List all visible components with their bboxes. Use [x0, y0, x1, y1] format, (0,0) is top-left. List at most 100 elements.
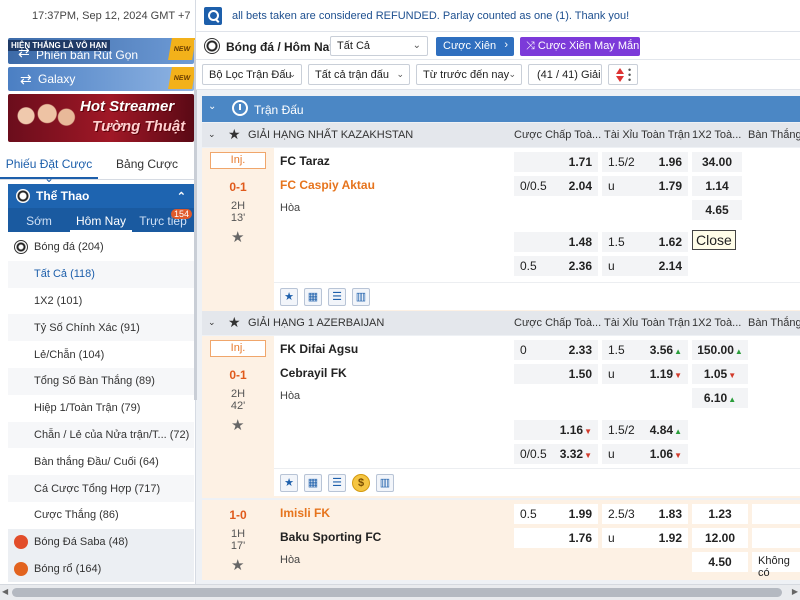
handicap-away-odds[interactable]: 0/0.5 2.04: [514, 176, 598, 196]
market-menu-item[interactable]: Chẵn / Lẻ của Nửa trận/T... (72): [8, 421, 194, 449]
tab-today[interactable]: Hôm Nay: [70, 208, 132, 232]
clock: 17:37PM, Sep 12, 2024 GMT +7: [0, 0, 195, 32]
bar-chart-icon[interactable]: ▥: [352, 288, 370, 306]
horizontal-scrollbar[interactable]: ◀ ▶: [0, 584, 800, 600]
market-menu-item[interactable]: Cược Thắng (86): [8, 502, 194, 529]
market-menu-item[interactable]: Tỷ Số Chính Xác (91): [8, 314, 194, 342]
market-menu-item[interactable]: Hiệp 1/Toàn Trận (79): [8, 395, 194, 422]
draw-label: Hòa: [280, 202, 301, 214]
time-range-dropdown[interactable]: Từ trước đến nay ⌄: [416, 64, 522, 85]
handicap-home-odds[interactable]: 0 2.33: [514, 340, 598, 360]
sport-menu-item[interactable]: Bóng Đá Saba (48): [8, 528, 194, 556]
live-count-badge: 154: [170, 209, 192, 219]
coin-icon[interactable]: $: [352, 474, 370, 492]
field-stats-icon[interactable]: ▦: [304, 474, 322, 492]
scroll-left-icon[interactable]: ◀: [2, 587, 8, 596]
under-odds[interactable]: u 1.19▼: [602, 364, 688, 384]
col-goals: Bàn Thắng...: [748, 129, 800, 141]
top-bar: all bets taken are considered REFUNDED. …: [196, 0, 800, 32]
alt-over-odds[interactable]: 1.5/2 4.84▲: [602, 420, 688, 440]
list-icon[interactable]: ☰: [328, 288, 346, 306]
chevron-down-icon: ⌄: [208, 101, 217, 112]
col-1x2: 1X2 Toà...: [692, 129, 742, 141]
market-menu-item[interactable]: 1X2 (101): [8, 288, 194, 315]
1x2-home-odds[interactable]: 34.00: [692, 152, 742, 172]
favorite-star-icon[interactable]: ★: [231, 228, 244, 246]
alt-under-odds[interactable]: u 1.06▼: [602, 444, 688, 464]
field-stats-icon[interactable]: ▦: [304, 288, 322, 306]
injury-time-tag: Inj.: [210, 340, 266, 357]
handicap-home-odds[interactable]: 1.71: [514, 152, 598, 172]
alt-handicap-home-odds[interactable]: 1.16▼: [514, 420, 598, 440]
section-header[interactable]: ⌄ Trận Đấu: [202, 96, 800, 122]
1x2-home-odds[interactable]: 150.00▲: [692, 340, 748, 360]
1x2-draw-odds[interactable]: 4.65: [692, 200, 742, 220]
sort-button[interactable]: • • •: [608, 64, 638, 85]
scroll-thumb[interactable]: [12, 588, 782, 597]
favorite-star-icon[interactable]: ★: [280, 288, 298, 306]
over-odds[interactable]: 2.5/3 1.83: [602, 504, 688, 524]
goals-odds[interactable]: [752, 528, 800, 548]
chevron-up-icon[interactable]: ⌃: [177, 190, 186, 203]
sport-menu-item[interactable]: Bóng đá (204): [8, 234, 194, 261]
goals-odds[interactable]: [752, 504, 800, 524]
odds-up-icon: ▲: [734, 347, 743, 356]
1x2-draw-odds[interactable]: 4.50: [692, 552, 748, 572]
market-menu-item[interactable]: Lẻ/Chẵn (104): [8, 341, 194, 368]
1x2-away-odds[interactable]: 1.05▼: [692, 364, 748, 384]
match-filter-dropdown[interactable]: Bộ Lọc Trận Đấu ⌄: [202, 64, 302, 85]
bar-chart-icon[interactable]: ▥: [376, 474, 394, 492]
sidebar-scrollbar[interactable]: [194, 40, 197, 400]
close-tooltip[interactable]: Close: [692, 230, 736, 250]
favorite-star-icon[interactable]: ★: [231, 556, 244, 574]
no-goal-odds[interactable]: Không có: [752, 552, 800, 579]
menu-item-label: Bóng Đá Saba (48): [34, 536, 129, 549]
1x2-draw-odds[interactable]: 6.10▲: [692, 388, 748, 408]
1x2-away-odds[interactable]: 12.00: [692, 528, 748, 548]
league-header[interactable]: ⌄ ★ GIẢI HẠNG 1 AZERBAIJAN Cược Chấp Toà…: [202, 311, 800, 335]
quick-version-banner[interactable]: HIỆN THẮNG LÀ VÔ HẠN ⇄ Phiên bản Rút Gọn…: [8, 38, 195, 64]
favorite-star-icon[interactable]: ★: [280, 474, 298, 492]
lucky-parlay-button[interactable]: ⤨ Cược Xiên May Mắn: [520, 37, 640, 56]
hot-streamer-banner[interactable]: Hot Streamer Tường Thuật: [8, 94, 194, 142]
alt-under-odds[interactable]: u 2.14: [602, 256, 688, 276]
over-odds[interactable]: 1.5/2 1.96: [602, 152, 688, 172]
1x2-away-odds[interactable]: 1.14: [692, 176, 742, 196]
chevron-down-icon: ⌄: [288, 69, 296, 79]
sport-toolbar: Bóng đá / Hôm Nay Tất Cả ⌄ Cược Xiên › ⤨ C…: [196, 32, 800, 60]
market-menu-item[interactable]: Bàn thắng Đầu/ Cuối (64): [8, 448, 194, 475]
alt-handicap-away-odds[interactable]: 0/0.5 3.32▼: [514, 444, 598, 464]
handicap-away-odds[interactable]: 1.50: [514, 364, 598, 384]
search-icon[interactable]: [204, 7, 222, 25]
market-menu-item[interactable]: Tổng Số Bàn Thắng (89): [8, 367, 194, 395]
over-odds[interactable]: 1.5 3.56▲: [602, 340, 688, 360]
alt-handicap-home-odds[interactable]: 1.48: [514, 232, 598, 252]
league-header[interactable]: ⌄ ★ GIẢI HẠNG NHẤT KAZAKHSTAN Cược Chấp …: [202, 123, 800, 147]
favorite-star-icon[interactable]: ★: [228, 314, 241, 331]
alt-over-odds[interactable]: 1.5 1.62: [602, 232, 688, 252]
sport-menu-item[interactable]: Bóng rổ (164): [8, 555, 194, 583]
parlay-button[interactable]: Cược Xiên ›: [436, 37, 514, 56]
handicap-away-odds[interactable]: 1.76: [514, 528, 598, 548]
handicap-home-odds[interactable]: 0.5 1.99: [514, 504, 598, 524]
favorite-star-icon[interactable]: ★: [231, 416, 244, 434]
tab-bet-slip[interactable]: Phiếu Đặt Cược ⌄: [0, 148, 98, 185]
tab-early[interactable]: Sớm: [8, 208, 70, 232]
tab-bet-board[interactable]: Bảng Cược: [98, 148, 195, 179]
market-select[interactable]: Tất Cả ⌄: [330, 36, 428, 56]
alt-handicap-away-odds[interactable]: 0.5 2.36: [514, 256, 598, 276]
tab-live[interactable]: Trực tiếp 154: [132, 208, 194, 232]
list-icon[interactable]: ☰: [328, 474, 346, 492]
under-odds[interactable]: u 1.79: [602, 176, 688, 196]
market-menu-item[interactable]: Tất Cả (118): [8, 260, 194, 288]
all-matches-dropdown[interactable]: Tất cả trận đấu ⌄: [308, 64, 410, 85]
menu-item-label: Tổng Số Bàn Thắng (89): [34, 375, 155, 388]
menu-item-label: Tỷ Số Chính Xác (91): [34, 321, 140, 334]
1x2-home-odds[interactable]: 1.23: [692, 504, 748, 524]
galaxy-banner[interactable]: ⇄ Galaxy NEW: [8, 67, 195, 91]
scroll-right-icon[interactable]: ▶: [792, 587, 798, 596]
sports-header[interactable]: Thể Thao ⌃: [8, 184, 194, 208]
under-odds[interactable]: u 1.92: [602, 528, 688, 548]
market-menu-item[interactable]: Cá Cược Tổng Hợp (717): [8, 475, 194, 502]
favorite-star-icon[interactable]: ★: [228, 126, 241, 143]
